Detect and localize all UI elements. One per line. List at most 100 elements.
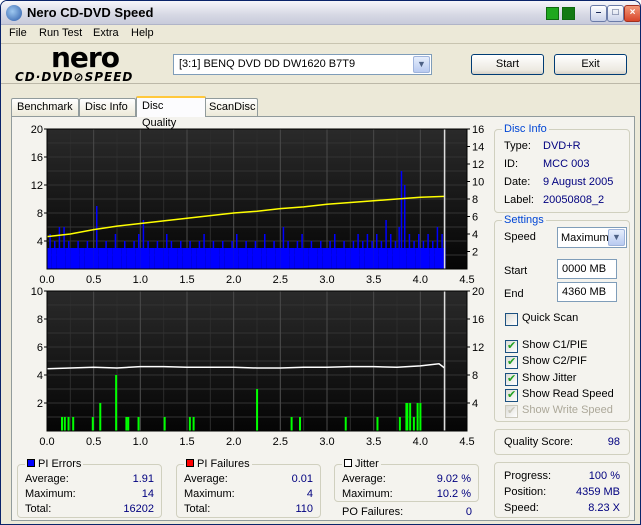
x-tick-label: 3.5	[366, 274, 381, 285]
pie-bar	[96, 206, 98, 269]
pie-bar	[238, 248, 243, 269]
chevron-down-icon[interactable]: ▼	[608, 229, 625, 246]
pie-bar	[404, 185, 406, 269]
pie-bar	[231, 241, 233, 269]
tab-disc-info[interactable]: Disc Info	[79, 98, 136, 116]
position-value: 4359 MB	[575, 486, 620, 498]
copy-icon[interactable]	[546, 7, 559, 20]
menu-file[interactable]: File	[9, 27, 27, 39]
x-tick-label: 3.5	[366, 436, 381, 448]
show-jitter-checkbox[interactable]	[505, 372, 518, 386]
jitter-maximum-label: Maximum:	[342, 488, 393, 500]
tab-disc-quality[interactable]: Disc Quality	[136, 96, 206, 129]
pie-total-value: 16202	[123, 503, 154, 515]
speed-readout-label: Speed:	[504, 502, 539, 514]
pi-failures-title: PI Failures	[184, 458, 252, 470]
pie-bar	[254, 241, 257, 269]
header-area: nero CD·DVD⊘SPEED [3:1] BENQ DVD DD DW16…	[1, 44, 640, 84]
pif-average-label: Average:	[184, 473, 228, 485]
pie-bar	[75, 248, 80, 269]
pie-bar	[77, 241, 79, 269]
speed-readout-value: 8.23 X	[588, 502, 620, 514]
drive-select[interactable]: [3:1] BENQ DVD DD DW1620 B7T9 ▼	[173, 54, 432, 75]
pie-bar	[117, 248, 122, 269]
close-button[interactable]: ×	[624, 5, 640, 22]
tab-benchmark[interactable]: Benchmark	[11, 98, 79, 116]
settings-group: Settings Speed Maximum ▼ Start 0000 MB E…	[494, 214, 630, 422]
pie-bar	[334, 234, 336, 269]
pif-bar	[63, 417, 66, 431]
pif-bar	[192, 417, 195, 431]
pie-bar	[138, 234, 140, 269]
app-window: Nero CD-DVD Speed – □ × File Run Test Ex…	[0, 0, 641, 525]
date-value: 9 August 2005	[543, 176, 614, 188]
pie-bar	[268, 248, 271, 269]
y-right-tick-label: 20	[472, 287, 484, 298]
pif-bar	[125, 417, 128, 431]
pie-bar	[362, 241, 364, 269]
jitter-group: Jitter Average: 9.02 % Maximum: 10.2 %	[334, 458, 479, 502]
minimize-button[interactable]: –	[590, 5, 607, 22]
show-c1-pie-checkbox[interactable]	[505, 339, 518, 353]
pif-bar	[406, 403, 409, 431]
pie-bar	[58, 227, 61, 269]
pie-bar	[369, 248, 374, 269]
show-read-speed-checkbox[interactable]	[505, 388, 518, 402]
pie-bar	[408, 234, 411, 269]
pie-bar	[310, 241, 313, 269]
start-input[interactable]: 0000 MB	[557, 259, 617, 279]
pif-total-label: Total:	[184, 503, 211, 515]
x-tick-label: 0.5	[86, 436, 101, 448]
quick-scan-checkbox[interactable]	[505, 313, 518, 326]
save-icon[interactable]	[562, 7, 575, 20]
show-c2-pif-label: Show C2/PIF	[522, 355, 587, 367]
pie-bar	[390, 234, 392, 269]
pie-bar	[324, 248, 327, 269]
speed-select[interactable]: Maximum ▼	[557, 227, 627, 248]
jitter-average-value: 9.02 %	[436, 473, 471, 485]
type-value: DVD+R	[543, 140, 581, 152]
tab-scandisc[interactable]: ScanDisc	[203, 98, 258, 116]
x-tick-label: 2.5	[273, 274, 288, 285]
pie-bar	[140, 248, 145, 269]
pie-bar	[348, 248, 350, 269]
pif-bar	[412, 417, 415, 431]
pie-bar	[198, 241, 201, 269]
x-tick-label: 4.0	[413, 274, 428, 285]
y-left-tick-label: 10	[31, 287, 43, 298]
show-c2-pif-checkbox[interactable]	[505, 355, 518, 369]
menu-extra[interactable]: Extra	[93, 27, 119, 39]
quick-scan-label: Quick Scan	[522, 312, 579, 324]
chevron-down-icon[interactable]: ▼	[413, 56, 430, 73]
end-input[interactable]: 4360 MB	[557, 282, 617, 302]
pif-bar	[419, 403, 422, 431]
pie-total-label: Total:	[25, 503, 52, 515]
label-label: Label:	[504, 194, 534, 206]
pie-bar	[72, 248, 75, 269]
pie-bar	[217, 248, 219, 269]
pie-bar	[439, 248, 444, 269]
exit-button[interactable]: Exit	[554, 54, 627, 75]
y-right-tick-label: 4	[472, 398, 478, 410]
start-button[interactable]: Start	[471, 54, 544, 75]
y-left-tick-label: 8	[37, 208, 43, 220]
pie-average-value: 1.91	[132, 473, 154, 485]
speed-label: Speed	[504, 231, 536, 243]
pif-average-value: 0.01	[291, 473, 313, 485]
pie-bar	[296, 241, 299, 269]
pie-bar	[301, 234, 303, 269]
pie-bar	[329, 241, 331, 269]
y-right-tick-label: 14	[472, 142, 484, 154]
menu-help[interactable]: Help	[131, 27, 154, 39]
pif-bar	[61, 417, 63, 431]
menu-run-test[interactable]: Run Test	[39, 27, 82, 39]
pif-bar	[416, 403, 419, 431]
pie-bar	[56, 248, 61, 269]
pie-bar	[68, 241, 70, 269]
pie-bar	[154, 248, 159, 269]
pie-bar	[357, 234, 359, 269]
pie-bar	[422, 241, 425, 269]
maximize-button[interactable]: □	[607, 5, 624, 22]
pif-bar	[376, 417, 379, 431]
pi-failures-group: PI Failures Average: 0.01 Maximum: 4 Tot…	[176, 458, 321, 518]
